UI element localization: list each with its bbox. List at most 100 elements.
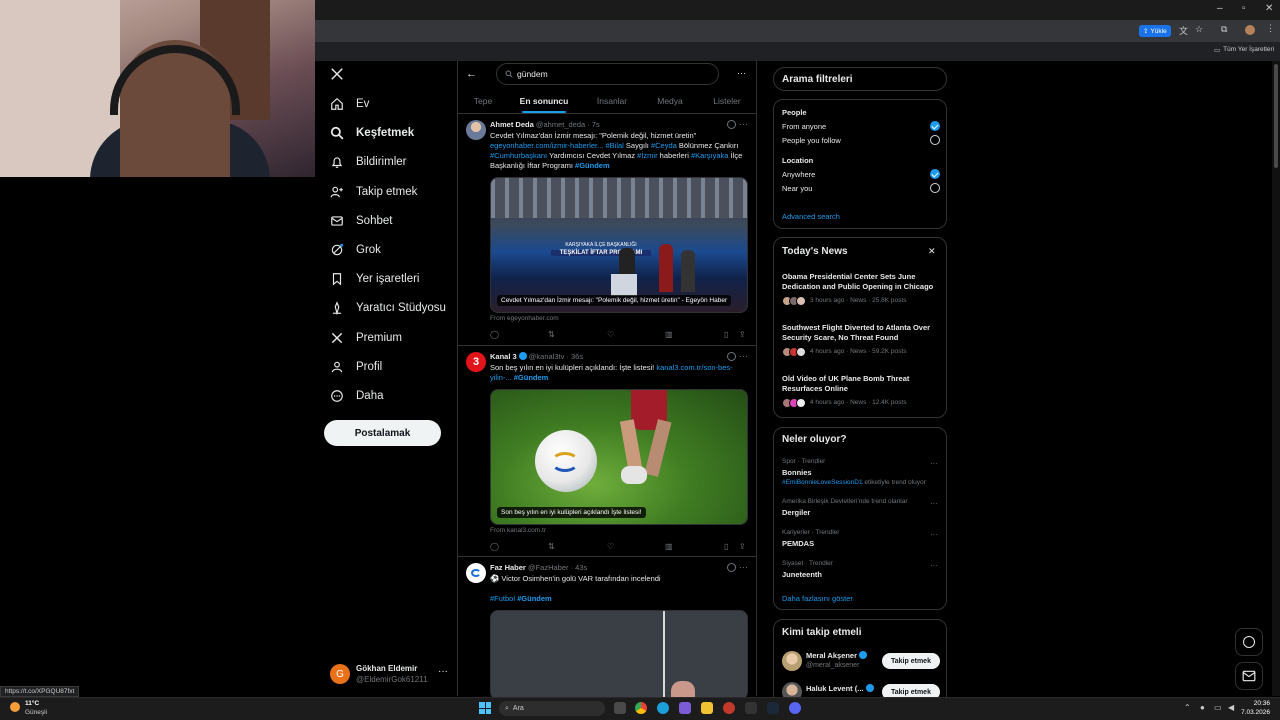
trend-name[interactable]: Dergiler bbox=[782, 508, 810, 517]
tray-chevron-icon[interactable]: ⌃ bbox=[1184, 703, 1191, 712]
like-icon[interactable]: ♡ bbox=[607, 330, 614, 339]
bookmark-icon[interactable]: ▯ bbox=[724, 542, 728, 551]
discord-icon[interactable] bbox=[789, 702, 801, 714]
show-more-link[interactable]: Daha fazlasını göster bbox=[782, 594, 853, 603]
avatar[interactable]: 3 bbox=[466, 352, 486, 372]
tweet-link[interactable]: kanal3.com.tr/son-bes- bbox=[656, 363, 732, 372]
tweet-link[interactable]: #İzmir bbox=[637, 151, 657, 160]
grok-icon[interactable] bbox=[727, 352, 736, 361]
filter-radio[interactable] bbox=[930, 183, 940, 193]
weather-temp[interactable]: 11°C bbox=[25, 700, 39, 707]
profile-avatar-icon[interactable] bbox=[1245, 25, 1255, 35]
tweet-video[interactable] bbox=[490, 610, 748, 700]
file-explorer-icon[interactable] bbox=[701, 702, 713, 714]
tweet-link[interactable]: #Ceyda bbox=[651, 141, 677, 150]
reply-icon[interactable]: ◯ bbox=[490, 330, 499, 339]
filter-anywhere[interactable]: Anywhere bbox=[782, 170, 815, 179]
tweet-link[interactable]: yilin-... bbox=[490, 373, 512, 382]
avatar[interactable] bbox=[782, 651, 802, 671]
filter-radio[interactable] bbox=[930, 121, 940, 131]
close-icon[interactable]: ✕ bbox=[1265, 3, 1273, 14]
translate-icon[interactable]: 文 bbox=[1179, 24, 1188, 37]
minimize-icon[interactable]: – bbox=[1217, 3, 1223, 14]
tweet[interactable]: 3 Kanal 3 @kanal3tv · 36s ··· Son beş yı… bbox=[458, 346, 756, 557]
tab-top[interactable]: Tepe bbox=[472, 96, 494, 106]
bookmark-icon[interactable]: ▯ bbox=[724, 330, 728, 339]
views-icon[interactable]: ▥ bbox=[665, 542, 673, 551]
avatar[interactable] bbox=[466, 563, 486, 583]
tweet-image[interactable]: KARŞIYAKA İLÇE BAŞKANLIĞI TEŞKİLAT İFTAR… bbox=[490, 177, 748, 313]
more-icon[interactable]: ··· bbox=[930, 499, 938, 508]
back-arrow-icon[interactable]: ← bbox=[466, 68, 477, 80]
trend-hashtag[interactable]: #EmiBonnieLoveSessionD1 bbox=[782, 479, 863, 486]
views-icon[interactable]: ▥ bbox=[665, 330, 673, 339]
advanced-search-link[interactable]: Advanced search bbox=[782, 212, 840, 221]
messages-fab[interactable] bbox=[1235, 662, 1263, 690]
retweet-icon[interactable]: ⇅ bbox=[548, 542, 555, 551]
avatar[interactable] bbox=[466, 120, 486, 140]
share-icon[interactable]: ⇪ bbox=[739, 542, 746, 551]
tab-lists[interactable]: Listeler bbox=[712, 96, 742, 106]
maximize-icon[interactable]: ▫ bbox=[1242, 3, 1246, 14]
tweet-link[interactable]: #Gündem bbox=[517, 594, 552, 603]
more-icon[interactable]: ··· bbox=[438, 666, 448, 677]
share-icon[interactable]: ⇪ bbox=[739, 330, 746, 339]
link-source[interactable]: From egeyonhaber.com bbox=[490, 315, 559, 322]
filter-from-anyone[interactable]: From anyone bbox=[782, 122, 826, 131]
network-icon[interactable]: ▭ bbox=[1214, 703, 1222, 712]
x-logo-icon[interactable] bbox=[330, 67, 344, 81]
tweet-link[interactable]: #Gündem bbox=[575, 161, 610, 170]
tweet-link[interactable]: #Cumhurbaşkanı bbox=[490, 151, 547, 160]
more-icon[interactable]: ··· bbox=[930, 459, 938, 468]
trend-name[interactable]: Juneteenth bbox=[782, 570, 822, 579]
news-title[interactable]: Obama Presidential Center Sets June Dedi… bbox=[782, 272, 942, 292]
tab-people[interactable]: İnsanlar bbox=[592, 96, 632, 106]
news-title[interactable]: Old Video of UK Plane Bomb Threat Resurf… bbox=[782, 374, 942, 394]
extensions-icon[interactable]: ⧉ bbox=[1221, 24, 1227, 35]
filter-near-you[interactable]: Near you bbox=[782, 184, 812, 193]
tweet-link[interactable]: #Bilal bbox=[605, 141, 623, 150]
nav-item-4[interactable]: Takip etmek bbox=[330, 180, 417, 204]
news-title[interactable]: Southwest Flight Diverted to Atlanta Ove… bbox=[782, 323, 942, 343]
task-view-icon[interactable] bbox=[614, 702, 626, 714]
upload-button[interactable]: ⇪ Yükle bbox=[1139, 25, 1171, 37]
retweet-icon[interactable]: ⇅ bbox=[548, 330, 555, 339]
more-icon[interactable]: ··· bbox=[739, 351, 748, 361]
filter-radio[interactable] bbox=[930, 135, 940, 145]
tweet[interactable]: Ahmet Deda @ahmet_deda · 7s ··· Cevdet Y… bbox=[458, 114, 756, 346]
tweet[interactable]: Faz Haber @FazHaber · 43s ··· ⚽ Victor O… bbox=[458, 557, 756, 700]
nav-item-6[interactable]: Grok bbox=[330, 238, 381, 262]
more-icon[interactable]: ··· bbox=[930, 530, 938, 539]
more-icon[interactable]: ··· bbox=[930, 561, 938, 570]
nav-item-8[interactable]: Yaratıcı Stüdyosu bbox=[330, 296, 446, 320]
post-button[interactable]: Postalamak bbox=[324, 420, 441, 446]
volume-icon[interactable]: ◀ bbox=[1228, 703, 1234, 712]
tweet-author[interactable]: Kanal 3 bbox=[490, 352, 517, 361]
windows-start-icon[interactable] bbox=[479, 702, 491, 714]
browser-menu-icon[interactable]: ⋮ bbox=[1266, 23, 1275, 34]
scrollbar-thumb[interactable] bbox=[1274, 64, 1278, 168]
more-icon[interactable]: ··· bbox=[739, 119, 748, 129]
clock-date[interactable]: 7.03.2026 bbox=[1236, 709, 1270, 716]
store-icon[interactable] bbox=[679, 702, 691, 714]
edge-icon[interactable] bbox=[657, 702, 669, 714]
close-icon[interactable]: ✕ bbox=[928, 246, 936, 257]
tab-media[interactable]: Medya bbox=[655, 96, 685, 106]
follow-name[interactable]: Meral Akşener bbox=[806, 651, 857, 660]
nav-item-2[interactable]: Keşfetmek bbox=[330, 121, 414, 145]
tweet-link[interactable]: #Gündem bbox=[514, 373, 549, 382]
nav-item-9[interactable]: Premium bbox=[330, 326, 402, 350]
like-icon[interactable]: ♡ bbox=[607, 542, 614, 551]
tweet-link[interactable]: egeyonhaber.com/izmir-haberler... bbox=[490, 141, 603, 150]
taskbar-search[interactable]: ⌕ Ara bbox=[499, 701, 605, 716]
grok-icon[interactable] bbox=[727, 120, 736, 129]
tab-latest[interactable]: En sonuncu bbox=[519, 96, 569, 106]
filter-radio[interactable] bbox=[930, 169, 940, 179]
search-options-icon[interactable]: ··· bbox=[737, 68, 746, 78]
mic-icon[interactable]: ● bbox=[1200, 703, 1205, 712]
search-input[interactable]: gündem bbox=[496, 63, 719, 85]
app-icon[interactable] bbox=[745, 702, 757, 714]
link-source[interactable]: From kanal3.com.tr bbox=[490, 527, 546, 534]
trend-name[interactable]: Bonnies bbox=[782, 468, 812, 477]
nav-item-11[interactable]: Daha bbox=[330, 384, 384, 408]
